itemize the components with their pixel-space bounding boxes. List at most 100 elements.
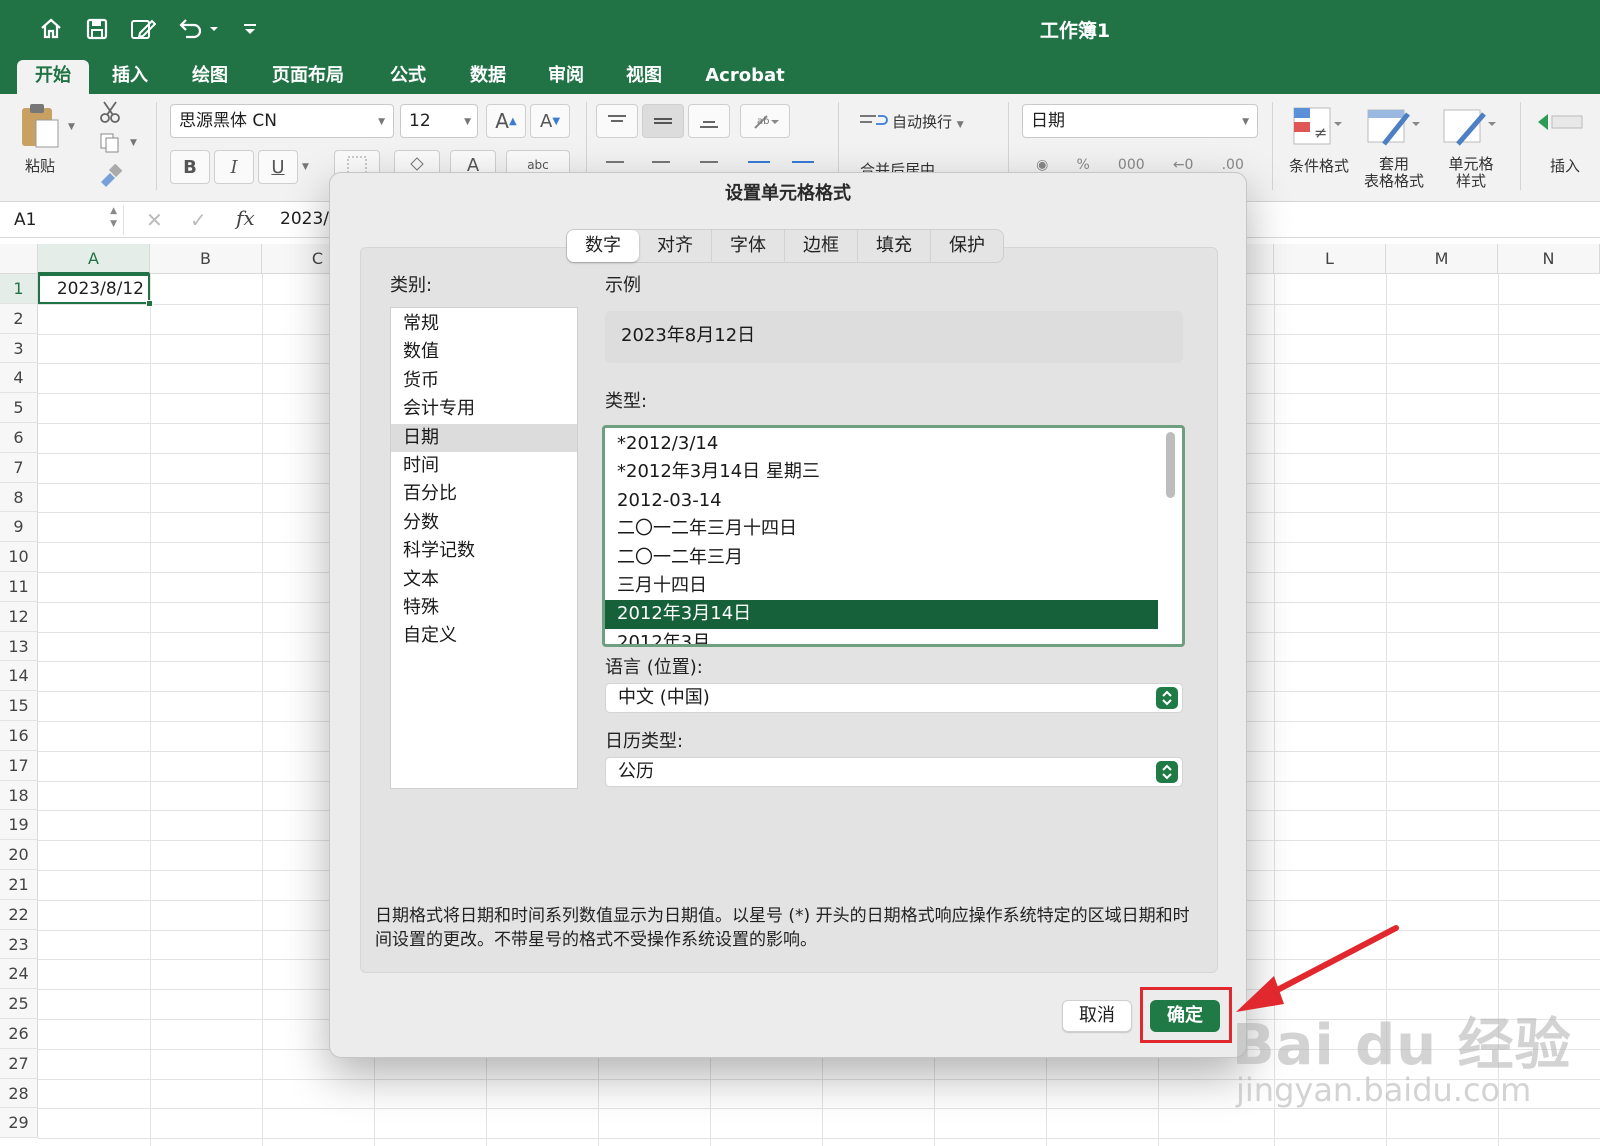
type-item[interactable]: *2012/3/14 <box>605 430 1158 458</box>
edit-save-icon[interactable] <box>128 14 158 44</box>
row-header-26[interactable]: 26 <box>0 1019 38 1049</box>
category-list[interactable]: 常规 数值 货币 会计专用 日期 时间 百分比 分数 科学记数 文本 特殊 自定… <box>390 307 578 789</box>
column-header-a[interactable]: A <box>38 244 150 274</box>
decrease-font-size-button[interactable]: A ▼ <box>530 104 570 138</box>
type-item[interactable]: *2012年3月14日 星期三 <box>605 458 1158 486</box>
tab-home[interactable]: 开始 <box>17 60 89 94</box>
orientation-button[interactable]: ab <box>740 104 790 138</box>
category-item-custom[interactable]: 自定义 <box>391 622 577 650</box>
row-header-15[interactable]: 15 <box>0 691 38 721</box>
category-item-fraction[interactable]: 分数 <box>391 509 577 537</box>
row-header-23[interactable]: 23 <box>0 929 38 960</box>
row-header-16[interactable]: 16 <box>0 721 38 751</box>
cut-icon[interactable] <box>98 100 122 124</box>
tab-alignment[interactable]: 对齐 <box>639 230 712 262</box>
type-item[interactable]: 三月十四日 <box>605 572 1158 600</box>
bold-button[interactable]: B <box>170 150 210 184</box>
category-item-time[interactable]: 时间 <box>391 452 577 480</box>
row-header-17[interactable]: 17 <box>0 750 38 781</box>
row-header-7[interactable]: 7 <box>0 452 38 483</box>
category-item-text[interactable]: 文本 <box>391 566 577 594</box>
conditional-format-button[interactable]: 条件格式 <box>1284 158 1354 175</box>
tab-draw[interactable]: 绘图 <box>184 60 236 94</box>
row-header-2[interactable]: 2 <box>0 303 38 334</box>
row-header-12[interactable]: 12 <box>0 601 38 632</box>
row-header-18[interactable]: 18 <box>0 780 38 811</box>
fill-handle[interactable] <box>146 300 153 307</box>
underline-button[interactable]: U <box>258 150 298 184</box>
decrease-decimal-icon[interactable]: .00 <box>1222 157 1244 173</box>
customize-toolbar-icon[interactable] <box>238 14 262 44</box>
row-header-27[interactable]: 27 <box>0 1048 38 1079</box>
tab-number[interactable]: 数字 <box>567 230 639 262</box>
category-item-percentage[interactable]: 百分比 <box>391 480 577 508</box>
cancel-button[interactable]: 取消 <box>1062 1000 1132 1032</box>
row-header-6[interactable]: 6 <box>0 423 38 453</box>
home-icon[interactable] <box>36 14 66 44</box>
row-header-22[interactable]: 22 <box>0 899 38 930</box>
tab-data[interactable]: 数据 <box>462 60 514 94</box>
type-item[interactable]: 2012年3月 <box>605 629 1158 644</box>
insert-cells-icon[interactable] <box>1534 108 1590 148</box>
tab-review[interactable]: 审阅 <box>540 60 592 94</box>
font-size-select[interactable]: 12 ▼ <box>400 104 478 138</box>
row-header-25[interactable]: 25 <box>0 989 38 1019</box>
type-list-scrollbar[interactable] <box>1166 432 1175 498</box>
align-bottom-button[interactable] <box>688 104 730 138</box>
type-item[interactable]: 2012-03-14 <box>605 487 1158 515</box>
category-item-currency[interactable]: 货币 <box>391 367 577 395</box>
insert-cells-button[interactable]: 插入 <box>1540 158 1590 175</box>
type-item-selected[interactable]: 2012年3月14日 <box>605 600 1158 629</box>
row-header-1[interactable]: 1 <box>0 274 38 304</box>
cell-style-icon[interactable] <box>1440 104 1496 150</box>
comma-style-icon[interactable]: 000 <box>1118 157 1145 173</box>
increase-font-size-button[interactable]: A ▲ <box>486 104 526 138</box>
column-header-n[interactable]: N <box>1498 244 1600 274</box>
type-item[interactable]: 二〇一二年三月十四日 <box>605 515 1158 543</box>
undo-icon[interactable] <box>176 14 220 44</box>
tab-fill[interactable]: 填充 <box>858 230 931 262</box>
paste-icon[interactable] <box>18 102 62 150</box>
type-item[interactable]: 二〇一二年三月 <box>605 544 1158 572</box>
name-box-stepper-icon[interactable]: ▲ ▼ <box>110 205 117 231</box>
row-header-13[interactable]: 13 <box>0 631 38 662</box>
row-header-20[interactable]: 20 <box>0 840 38 870</box>
tab-page-layout[interactable]: 页面布局 <box>264 60 352 94</box>
tab-font[interactable]: 字体 <box>712 230 785 262</box>
paste-dropdown-icon[interactable]: ▼ <box>68 122 75 132</box>
format-painter-icon[interactable] <box>98 163 124 188</box>
category-item-accounting[interactable]: 会计专用 <box>391 395 577 423</box>
font-name-select[interactable]: 思源黑体 CN ▼ <box>170 104 394 138</box>
tab-protection[interactable]: 保护 <box>931 230 1003 262</box>
row-header-11[interactable]: 11 <box>0 572 38 602</box>
underline-dropdown-icon[interactable]: ▼ <box>302 162 309 172</box>
wrap-text-button[interactable]: 自动换行 ▼ <box>892 114 992 134</box>
cell-style-button[interactable]: 单元格 样式 <box>1436 156 1506 190</box>
insert-function-icon[interactable]: fx <box>236 206 255 230</box>
calendar-select[interactable]: 公历 <box>605 757 1183 787</box>
column-header-b[interactable]: B <box>150 244 262 274</box>
type-list[interactable]: *2012/3/14 *2012年3月14日 星期三 2012-03-14 二〇… <box>602 425 1185 647</box>
category-item-date[interactable]: 日期 <box>391 423 577 452</box>
row-header-3[interactable]: 3 <box>0 333 38 364</box>
category-item-general[interactable]: 常规 <box>391 310 577 338</box>
align-top-button[interactable] <box>596 104 638 138</box>
locale-select[interactable]: 中文 (中国) <box>605 683 1183 713</box>
save-icon[interactable] <box>82 14 112 44</box>
row-header-19[interactable]: 19 <box>0 810 38 841</box>
tab-view[interactable]: 视图 <box>618 60 670 94</box>
tab-insert[interactable]: 插入 <box>104 60 156 94</box>
currency-icon[interactable]: ◉ <box>1036 157 1048 173</box>
tab-border[interactable]: 边框 <box>785 230 858 262</box>
name-box[interactable]: A1 ▲ ▼ <box>4 205 124 235</box>
percent-icon[interactable]: % <box>1076 157 1089 173</box>
tab-formulas[interactable]: 公式 <box>382 60 434 94</box>
align-middle-button[interactable] <box>642 104 684 138</box>
row-header-9[interactable]: 9 <box>0 512 38 543</box>
row-header-14[interactable]: 14 <box>0 661 38 692</box>
select-all-corner[interactable] <box>0 244 38 274</box>
row-header-10[interactable]: 10 <box>0 542 38 572</box>
row-header-5[interactable]: 5 <box>0 393 38 423</box>
copy-dropdown-icon[interactable]: ▼ <box>130 138 137 148</box>
conditional-format-icon[interactable]: ≠ <box>1290 104 1342 150</box>
